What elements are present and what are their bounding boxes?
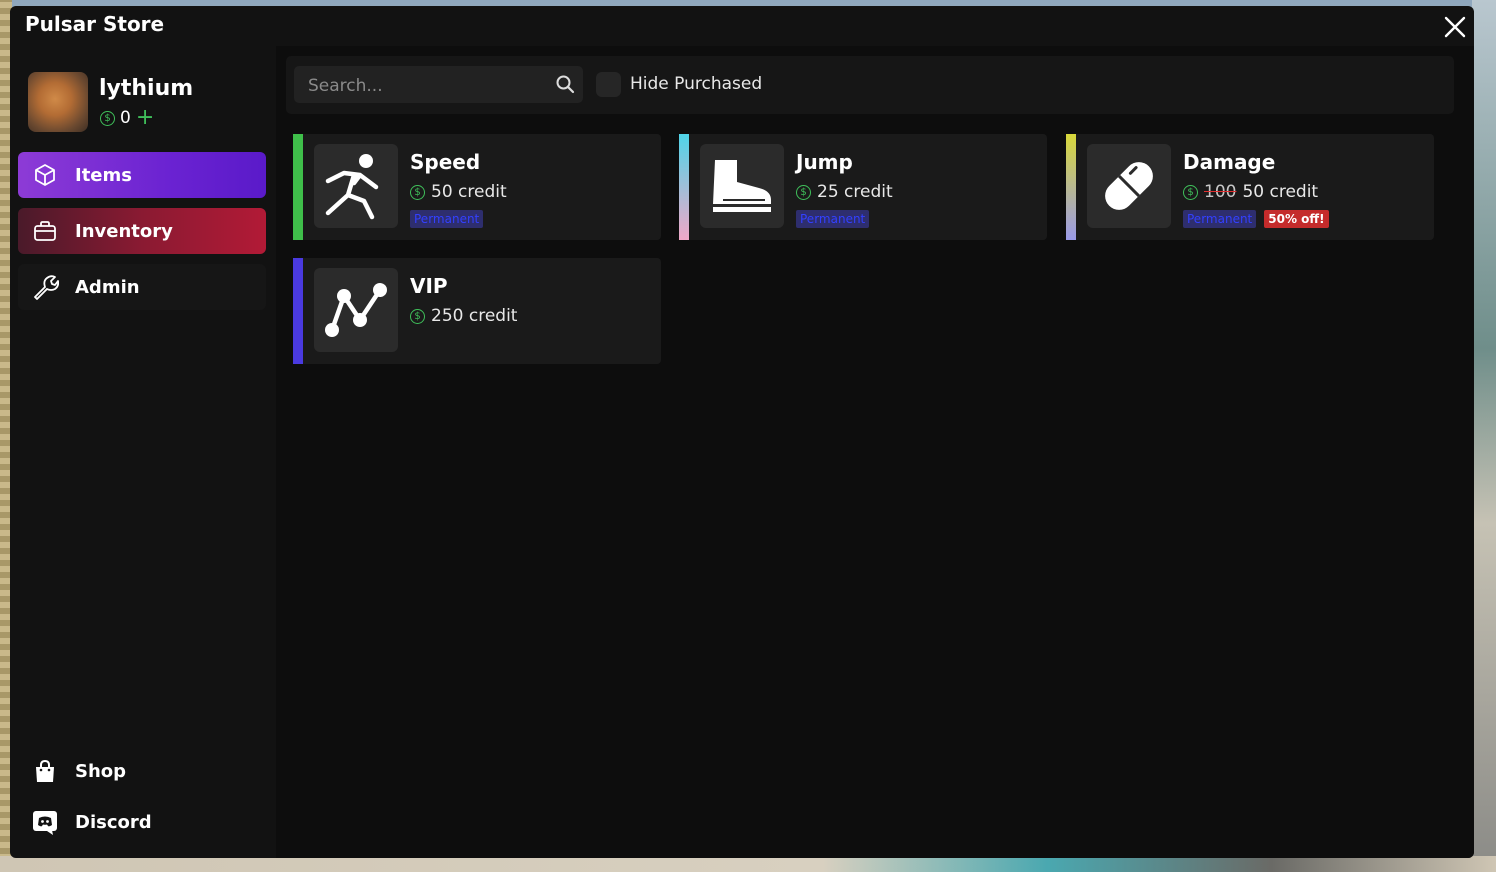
item-price-value: 25 credit [817,182,893,202]
item-icon-box [314,144,398,228]
item-name: VIP [410,274,448,298]
nav-discord[interactable]: Discord [18,799,266,845]
search-box [294,66,583,105]
currency-icon: $ [410,308,425,324]
permanent-tag: Permanent [796,210,870,228]
item-price-value: 250 credit [431,306,518,326]
pill-icon [1105,162,1153,210]
item-price-value: 50 credit [1242,182,1319,202]
item-icon-box [700,144,784,228]
currency-icon: $ [796,184,811,200]
item-tags: Permanent [410,210,484,228]
item-price: $ 100 50 credit [1183,182,1318,202]
item-icon-box [1087,144,1171,228]
permanent-tag: Permanent [410,210,484,228]
hide-purchased-checkbox[interactable] [596,72,621,97]
item-card-damage[interactable]: Damage $ 100 50 credit Permanent 50% off… [1066,134,1434,240]
item-accent [293,258,303,364]
item-tags: Permanent 50% off! [1183,210,1329,228]
item-price: $ 50 credit [410,182,507,202]
item-old-price: 100 [1204,182,1237,202]
item-icon-box [314,268,398,352]
sidebar: lythium $ 0 + Items Inventory Admin Shop… [10,46,276,858]
search-input[interactable] [306,66,550,105]
item-tags: Permanent [796,210,870,228]
item-price: $ 25 credit [796,182,893,202]
item-card-speed[interactable]: Speed $ 50 credit Permanent [293,134,661,240]
avatar [28,72,88,132]
search-icon[interactable] [555,74,575,94]
item-accent [1066,134,1076,240]
window-title: Pulsar Store [25,12,165,36]
nav-inventory-label: Inventory [75,220,173,242]
add-credit-button[interactable]: + [136,107,154,129]
briefcase-icon [30,216,60,246]
main-panel: Hide Purchased Speed $ 50 credit Permane… [276,46,1474,858]
hide-purchased-label[interactable]: Hide Purchased [630,74,762,94]
nav-discord-label: Discord [75,811,152,833]
nav-admin-label: Admin [75,276,140,298]
nav-admin[interactable]: Admin [18,264,266,310]
nav-shop-label: Shop [75,760,127,782]
boot-icon [713,160,771,212]
discord-icon [30,807,60,837]
chart-line-icon [325,283,387,337]
permanent-tag: Permanent [1183,210,1257,228]
toolbar: Hide Purchased [286,56,1454,114]
currency-icon: $ [1183,184,1198,200]
item-price-value: 50 credit [431,182,507,202]
balance-value: 0 [120,108,131,128]
shopping-bag-icon [30,756,60,786]
store-window: Pulsar Store lythium $ 0 + Items Invento… [10,6,1474,858]
running-figure-icon [325,154,379,220]
item-card-jump[interactable]: Jump $ 25 credit Permanent [679,134,1047,240]
item-accent [679,134,689,240]
item-card-vip[interactable]: VIP $ 250 credit [293,258,661,364]
close-icon[interactable] [1444,16,1466,38]
nav-items-label: Items [75,164,132,186]
wrench-icon [30,272,60,302]
item-name: Damage [1183,150,1276,174]
currency-icon: $ [100,110,115,126]
nav-items[interactable]: Items [18,152,266,198]
nav-inventory[interactable]: Inventory [18,208,266,254]
box-icon [30,160,60,190]
username: lythium [99,76,194,101]
currency-icon: $ [410,184,425,200]
balance: $ 0 + [100,107,154,129]
item-name: Speed [410,150,481,174]
nav-shop[interactable]: Shop [18,748,266,794]
item-price: $ 250 credit [410,306,517,326]
sale-badge: 50% off! [1264,210,1329,228]
item-accent [293,134,303,240]
item-name: Jump [796,150,853,174]
